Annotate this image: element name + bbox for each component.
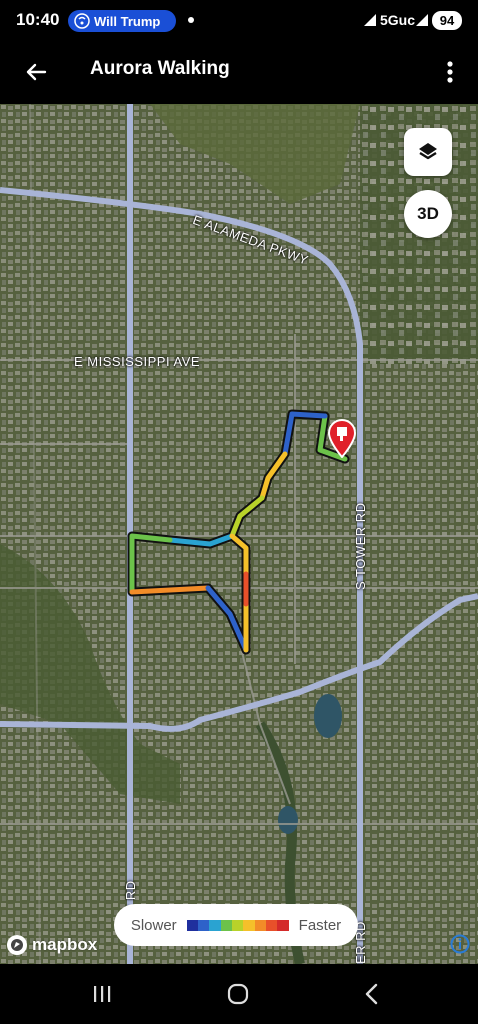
recent-apps-icon bbox=[94, 986, 111, 1002]
legend-swatch-0 bbox=[186, 919, 198, 931]
legend-swatch-5 bbox=[243, 919, 255, 931]
signal-strength-icon bbox=[364, 14, 376, 26]
mapbox-attribution[interactable]: mapbox bbox=[6, 934, 97, 956]
pace-legend: Slower Faster bbox=[114, 904, 358, 946]
notification-dot-icon bbox=[188, 17, 194, 23]
signal-strength-icon-2 bbox=[416, 14, 428, 26]
system-nav-bar bbox=[0, 964, 478, 1024]
legend-slower-label: Slower bbox=[130, 916, 177, 934]
more-vert-icon bbox=[447, 61, 453, 83]
back-icon bbox=[365, 983, 378, 1005]
status-bar: 10:40 Will Trump 5Guc 94 bbox=[0, 0, 478, 40]
home-button[interactable] bbox=[224, 980, 252, 1008]
legend-swatch-7 bbox=[265, 919, 278, 931]
more-options-button[interactable] bbox=[436, 54, 464, 90]
back-button[interactable] bbox=[18, 54, 54, 90]
arrow-left-icon bbox=[26, 63, 47, 81]
app-bar: Aurora Walking bbox=[0, 40, 478, 104]
legend-swatch-3 bbox=[220, 919, 232, 931]
layers-icon bbox=[419, 143, 437, 160]
battery-level: 94 bbox=[432, 11, 462, 30]
route-segment-e bbox=[129, 533, 173, 595]
map-pin-icon[interactable] bbox=[326, 418, 358, 458]
mapbox-logo-icon bbox=[7, 935, 27, 955]
legend-swatch-6 bbox=[254, 919, 266, 931]
legend-swatch-2 bbox=[209, 919, 221, 931]
mapbox-wordmark: mapbox bbox=[32, 935, 98, 954]
wifi-call-icon bbox=[74, 13, 90, 29]
map-view[interactable]: E ALAMEDA PKWY E MISSISSIPPI AVE S TOWER… bbox=[0, 104, 478, 964]
pace-color-scale bbox=[186, 919, 289, 931]
ongoing-call-pill[interactable]: Will Trump bbox=[68, 10, 176, 32]
legend-swatch-8 bbox=[277, 919, 289, 931]
call-pill-text: Will Trump bbox=[94, 13, 161, 29]
status-time: 10:40 bbox=[16, 10, 60, 29]
walking-route bbox=[127, 409, 350, 655]
legend-swatch-4 bbox=[231, 919, 244, 931]
network-type: 5Guc bbox=[380, 12, 416, 28]
page-title: Aurora Walking bbox=[90, 58, 230, 79]
recent-apps-button[interactable] bbox=[88, 980, 116, 1008]
home-icon bbox=[227, 983, 249, 1005]
map-layers-button[interactable] bbox=[404, 128, 452, 176]
three-d-toggle-button[interactable]: 3D bbox=[404, 190, 452, 238]
system-back-button[interactable] bbox=[358, 980, 386, 1008]
route-segment-g bbox=[205, 585, 249, 653]
info-icon[interactable] bbox=[450, 934, 470, 954]
legend-swatch-1 bbox=[198, 919, 210, 931]
legend-faster-label: Faster bbox=[298, 916, 342, 934]
